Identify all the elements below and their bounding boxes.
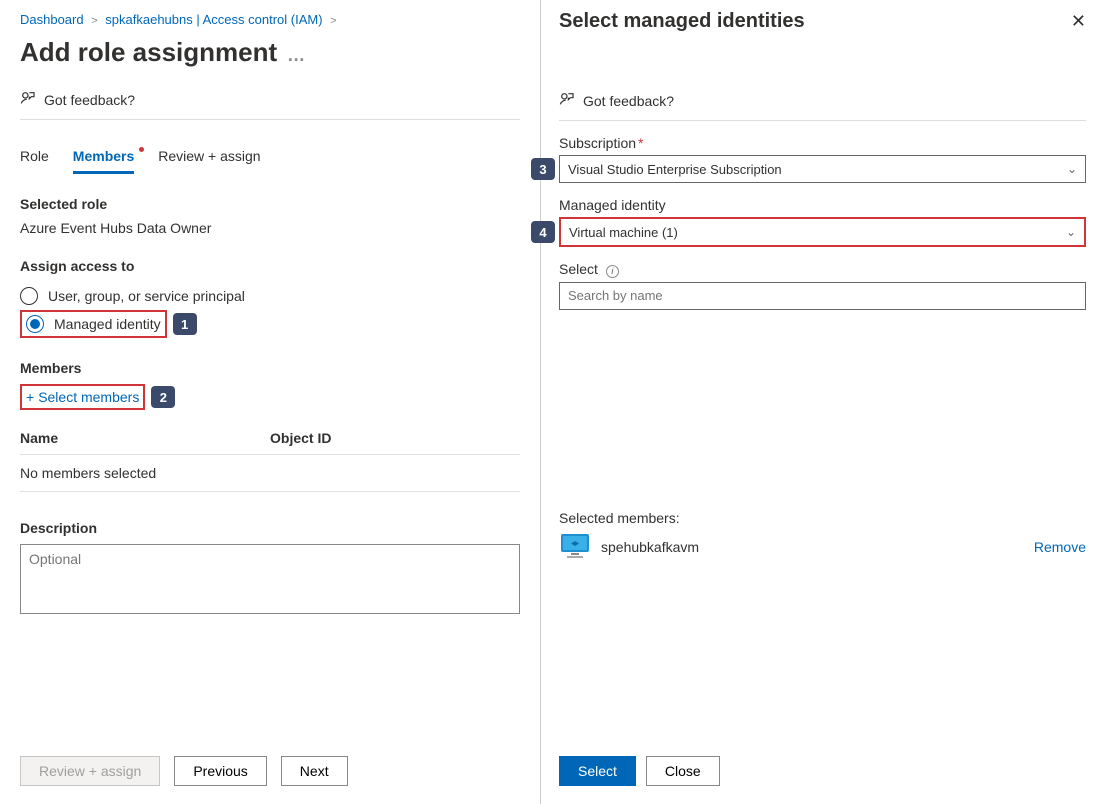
info-icon[interactable]: i: [606, 265, 619, 278]
assign-access-label: Assign access to: [20, 258, 520, 274]
review-assign-button[interactable]: Review + assign: [20, 756, 160, 786]
more-icon[interactable]: …: [287, 45, 305, 66]
plus-icon: +: [26, 389, 34, 405]
feedback-label: Got feedback?: [583, 93, 674, 109]
callout-2: 2: [151, 386, 175, 408]
tab-members[interactable]: Members: [73, 144, 134, 174]
feedback-label: Got feedback?: [44, 92, 135, 108]
close-icon[interactable]: ✕: [1071, 11, 1086, 32]
callout-4: 4: [531, 221, 555, 243]
radio-user-group-sp[interactable]: User, group, or service principal: [20, 282, 520, 310]
radio-label: User, group, or service principal: [48, 288, 245, 304]
breadcrumb: Dashboard > spkafkaehubns | Access contr…: [20, 10, 520, 31]
chevron-right-icon: >: [91, 15, 97, 27]
got-feedback-link[interactable]: Got feedback?: [20, 90, 520, 109]
description-label: Description: [20, 520, 520, 536]
managed-identity-label: Managed identity: [559, 197, 1086, 213]
remove-member-link[interactable]: Remove: [1034, 539, 1086, 555]
next-button[interactable]: Next: [281, 756, 348, 786]
members-label: Members: [20, 360, 520, 376]
selected-role-label: Selected role: [20, 196, 520, 212]
vm-icon: [559, 532, 591, 563]
tabs: Role Members Review + assign: [20, 136, 520, 174]
previous-button[interactable]: Previous: [174, 756, 266, 786]
panel-got-feedback-link[interactable]: Got feedback?: [559, 91, 1086, 110]
breadcrumb-iam[interactable]: spkafkaehubns | Access control (IAM): [105, 12, 322, 27]
col-object-id: Object ID: [270, 430, 520, 446]
radio-label: Managed identity: [54, 316, 161, 332]
managed-identity-dropdown[interactable]: Virtual machine (1) ⌄: [559, 217, 1086, 247]
selected-role-value: Azure Event Hubs Data Owner: [20, 220, 520, 236]
feedback-icon: [559, 91, 575, 110]
tab-role[interactable]: Role: [20, 144, 49, 174]
feedback-icon: [20, 90, 36, 109]
radio-managed-identity[interactable]: Managed identity: [26, 315, 161, 333]
callout-1: 1: [173, 313, 197, 335]
tab-review-assign[interactable]: Review + assign: [158, 144, 260, 174]
members-table-header: Name Object ID: [20, 422, 520, 455]
breadcrumb-dashboard[interactable]: Dashboard: [20, 12, 84, 27]
member-name: spehubkafkavm: [601, 539, 699, 555]
radio-icon: [20, 287, 38, 305]
select-label: Select i: [559, 261, 1086, 278]
close-button[interactable]: Close: [646, 756, 720, 786]
selected-members-label: Selected members:: [559, 510, 1086, 526]
select-search-input[interactable]: [559, 282, 1086, 310]
radio-checked-icon: [26, 315, 44, 333]
callout-3: 3: [531, 158, 555, 180]
select-button[interactable]: Select: [559, 756, 636, 786]
subscription-label: Subscription*: [559, 135, 1086, 151]
chevron-down-icon: ⌄: [1066, 225, 1076, 239]
select-members-link[interactable]: + Select members: [26, 389, 139, 405]
divider: [559, 120, 1086, 121]
description-input[interactable]: [20, 544, 520, 614]
members-empty-row: No members selected: [20, 455, 520, 492]
chevron-down-icon: ⌄: [1067, 162, 1077, 176]
panel-title: Select managed identities: [559, 10, 805, 33]
selected-member-row: spehubkafkavm Remove: [559, 526, 1086, 569]
col-name: Name: [20, 430, 270, 446]
divider: [20, 119, 520, 120]
subscription-dropdown[interactable]: Visual Studio Enterprise Subscription ⌄: [559, 155, 1086, 183]
chevron-right-icon: >: [330, 15, 336, 27]
page-title: Add role assignment…: [20, 37, 520, 68]
